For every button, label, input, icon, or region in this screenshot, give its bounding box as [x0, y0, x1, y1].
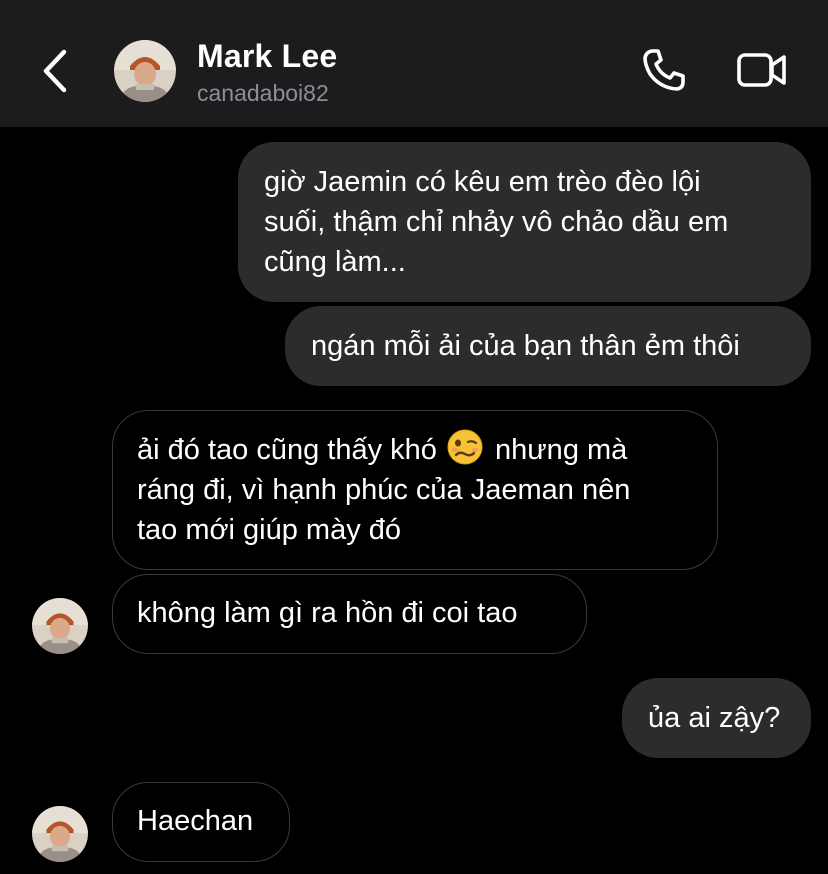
message-text-segment: ải đó tao cũng thấy khó	[137, 434, 437, 466]
phone-icon	[640, 46, 688, 99]
woozy-face-emoji	[447, 429, 483, 465]
chat-header: Mark Lee canadaboi82	[0, 0, 828, 127]
message-bubble-received[interactable]: ải đó tao cũng thấy khó nhưng mà ráng đi…	[112, 410, 718, 570]
message-text-line: giờ Jaemin có kêu em trèo đèo lội	[264, 166, 701, 198]
message-text-line: cũng làm...	[264, 246, 406, 278]
message-text-segment: nhưng mà	[495, 434, 628, 466]
sender-avatar[interactable]	[32, 806, 88, 862]
contact-name[interactable]: Mark Lee	[197, 38, 337, 75]
voice-call-button[interactable]	[636, 46, 692, 98]
video-camera-icon	[736, 50, 788, 95]
message-text-line: ủa ai zậy?	[648, 702, 781, 734]
message-bubble-received[interactable]: Haechan	[112, 782, 290, 862]
message-bubble-received[interactable]: không làm gì ra hồn đi coi tao	[112, 574, 587, 654]
message-bubble-sent[interactable]: ngán mỗi ải của bạn thân ẻm thôi	[285, 306, 811, 386]
message-bubble-sent[interactable]: ủa ai zậy?	[622, 678, 811, 758]
message-text-line: suối, thậm chỉ nhảy vô chảo dầu em	[264, 206, 729, 238]
contact-username[interactable]: canadaboi82	[197, 80, 329, 107]
contact-avatar[interactable]	[114, 40, 176, 102]
message-text-line: Haechan	[137, 805, 254, 837]
message-text-line: ngán mỗi ải của bạn thân ẻm thôi	[311, 330, 740, 362]
message-text-line: tao mới giúp mày đó	[137, 514, 402, 546]
message-text-line: ải đó tao cũng thấy khó nhưng mà	[137, 429, 693, 470]
message-text-line: không làm gì ra hồn đi coi tao	[137, 597, 518, 629]
back-button[interactable]	[30, 48, 80, 98]
chat-screen: Mark Lee canadaboi82 giờ Jaemin có kêu e…	[0, 0, 828, 874]
sender-avatar[interactable]	[32, 598, 88, 654]
message-text-line: ráng đi, vì hạnh phúc của Jaeman nên	[137, 474, 631, 506]
video-call-button[interactable]	[732, 46, 792, 98]
message-bubble-sent[interactable]: giờ Jaemin có kêu em trèo đèo lội suối, …	[238, 142, 811, 302]
chevron-left-icon	[40, 48, 70, 99]
